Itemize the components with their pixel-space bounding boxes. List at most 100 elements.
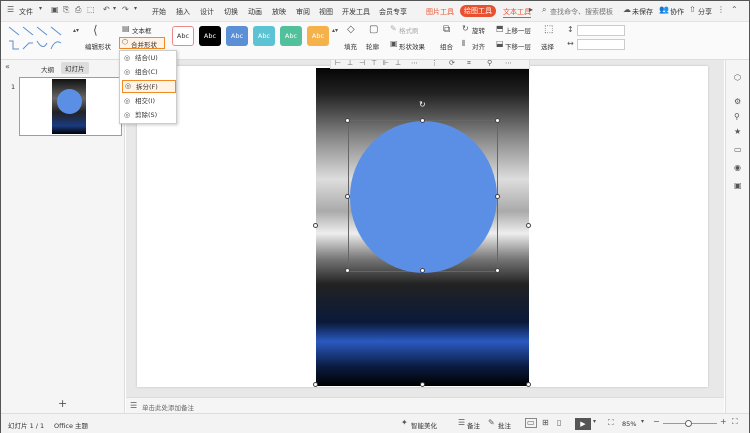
resize-handle[interactable] xyxy=(495,118,500,123)
unsaved-status[interactable]: 未保存 xyxy=(632,7,653,17)
menu-item-subtract[interactable]: ◎ 剪除(S) xyxy=(122,109,164,122)
fill-button[interactable]: 填充 xyxy=(344,41,357,51)
resize-handle[interactable] xyxy=(495,194,500,199)
align-middle-icon[interactable]: ⊩ xyxy=(383,60,389,67)
print-icon[interactable]: ⎙ xyxy=(75,6,81,14)
rotate-button[interactable]: 旋转 xyxy=(472,25,485,35)
line-shapes-gallery[interactable] xyxy=(7,25,71,55)
resize-handle[interactable] xyxy=(420,268,425,273)
shape-panel-icon[interactable]: ⬡ xyxy=(734,74,741,82)
customize-toolbar-icon[interactable]: ▾ xyxy=(134,6,137,12)
align-button[interactable]: 对齐 xyxy=(472,41,485,51)
tab-design[interactable]: 设计 xyxy=(200,7,214,17)
search-icon[interactable]: ⌕ xyxy=(542,6,546,14)
resize-handle[interactable] xyxy=(420,118,425,123)
tab-outline[interactable]: 大纲 xyxy=(41,64,54,74)
zoom-options-icon[interactable]: ▾ xyxy=(641,419,644,425)
resize-handle[interactable] xyxy=(345,194,350,199)
height-input[interactable] xyxy=(577,25,625,36)
collab-button[interactable]: 协作 xyxy=(670,7,684,17)
zoom-out-icon[interactable]: − xyxy=(653,418,660,426)
picture-handle[interactable] xyxy=(526,223,531,228)
styles-scroll-icon[interactable]: ▴▾ xyxy=(332,28,338,34)
notes-bar[interactable]: ☰ 单击此处添加备注 xyxy=(126,397,724,413)
tab-transitions[interactable]: 切换 xyxy=(224,7,238,17)
undo-icon[interactable]: ↶ xyxy=(103,6,110,14)
width-input[interactable] xyxy=(577,39,625,50)
menu-item-union[interactable]: ◎ 结合(U) xyxy=(122,52,164,65)
shape-style-3[interactable]: Abc xyxy=(226,26,248,46)
picture-handle[interactable] xyxy=(313,223,318,228)
notes-placeholder[interactable]: 单击此处添加备注 xyxy=(142,402,194,412)
collapse-ribbon-icon[interactable]: ⌃ xyxy=(731,6,738,14)
format-painter-button[interactable]: 格式刷 xyxy=(399,25,419,35)
picture-handle[interactable] xyxy=(420,382,425,387)
textbox-button[interactable]: 文本框 xyxy=(132,25,152,35)
circle-shape[interactable] xyxy=(350,121,497,273)
beautify-button[interactable]: 智能美化 xyxy=(411,420,437,430)
play-options-icon[interactable]: ▾ xyxy=(593,419,596,425)
fit-window-icon[interactable]: ⛶ xyxy=(608,419,614,427)
menu-item-intersect[interactable]: ◎ 相交(I) xyxy=(122,95,164,108)
resize-handle[interactable] xyxy=(495,268,500,273)
distribute-vertical-icon[interactable]: ⋮ xyxy=(431,60,438,67)
collapse-pane-icon[interactable]: « xyxy=(5,63,10,71)
align-left-icon[interactable]: ⊢ xyxy=(335,60,341,67)
preview-icon[interactable]: ⬚ xyxy=(87,6,95,14)
resize-handle[interactable] xyxy=(345,268,350,273)
play-slideshow-icon[interactable]: ▶ xyxy=(575,418,591,430)
tab-picture-tools[interactable]: 图片工具 xyxy=(426,7,454,17)
bring-forward-button[interactable]: 上移一层 xyxy=(505,25,531,35)
rotation-handle-icon[interactable]: ↻ xyxy=(419,101,426,109)
fullscreen-icon[interactable]: ⛶ xyxy=(732,418,738,426)
tab-slides[interactable]: 幻灯片 xyxy=(61,62,89,74)
more-options-icon[interactable]: ⋮ xyxy=(717,6,725,14)
tab-member[interactable]: 会员专享 xyxy=(379,7,407,17)
gallery-scroll-icon[interactable]: ▴▾ xyxy=(73,28,79,34)
backup-icon[interactable]: ▣ xyxy=(734,182,742,190)
tab-insert[interactable]: 插入 xyxy=(176,7,190,17)
redo-icon[interactable]: ↷ xyxy=(122,6,129,14)
send-backward-button[interactable]: 下移一层 xyxy=(505,41,531,51)
properties-icon[interactable]: ⚙ xyxy=(734,98,741,106)
edit-shape-button[interactable]: 编辑形状 xyxy=(85,41,111,51)
share-button[interactable]: 分享 xyxy=(698,7,712,17)
tab-text-tools[interactable]: 文本工具 xyxy=(503,7,531,18)
align-right-icon[interactable]: ⊣ xyxy=(359,60,365,67)
tab-animation[interactable]: 动画 xyxy=(248,7,262,17)
undo-dropdown-icon[interactable]: ▾ xyxy=(113,6,116,12)
select-button[interactable]: 选择 xyxy=(541,41,554,51)
shape-style-1[interactable]: Abc xyxy=(172,26,194,46)
tab-slideshow[interactable]: 放映 xyxy=(272,7,286,17)
sorter-view-icon[interactable]: ⊞ xyxy=(542,419,549,427)
search-input[interactable]: 查找命令、搜索模板 xyxy=(550,7,613,17)
reading-view-icon[interactable]: ▯ xyxy=(557,419,561,427)
shape-style-6[interactable]: Abc xyxy=(307,26,329,46)
shape-style-2[interactable]: Abc xyxy=(199,26,221,46)
tab-view[interactable]: 视图 xyxy=(319,7,333,17)
zoom-in-icon[interactable]: + xyxy=(720,418,727,426)
shape-style-4[interactable]: Abc xyxy=(253,26,275,46)
menu-item-combine[interactable]: ◎ 组合(C) xyxy=(122,66,164,79)
more-icon[interactable]: ⋯ xyxy=(505,60,512,67)
more-tabs-icon[interactable]: ▸ xyxy=(529,6,533,14)
crop-icon[interactable]: ⌗ xyxy=(467,60,471,67)
slide-thumbnail[interactable] xyxy=(19,77,122,136)
hamburger-icon[interactable]: ☰ xyxy=(7,6,14,14)
tab-home[interactable]: 开始 xyxy=(152,7,166,17)
shape-style-5[interactable]: Abc xyxy=(280,26,302,46)
chevron-down-icon[interactable]: ▾ xyxy=(39,6,42,12)
comments-button[interactable]: 批注 xyxy=(498,420,511,430)
add-slide-icon[interactable]: + xyxy=(58,398,67,409)
pin-icon[interactable]: ⚲ xyxy=(487,60,492,67)
outline-button[interactable]: 轮廓 xyxy=(366,41,379,51)
distribute-icon[interactable]: ⋯ xyxy=(411,60,418,67)
export-pdf-icon[interactable]: ⎘ xyxy=(63,6,69,14)
tab-developer[interactable]: 开发工具 xyxy=(342,7,370,17)
animation-icon[interactable]: ★ xyxy=(734,128,741,136)
align-top-icon[interactable]: ⊤ xyxy=(371,60,377,67)
pin-icon[interactable]: ⚲ xyxy=(734,113,740,121)
picture-handle[interactable] xyxy=(526,382,531,387)
normal-view-icon[interactable]: ▭ xyxy=(525,418,537,428)
shape-effects-button[interactable]: 形状效果 xyxy=(399,41,425,51)
